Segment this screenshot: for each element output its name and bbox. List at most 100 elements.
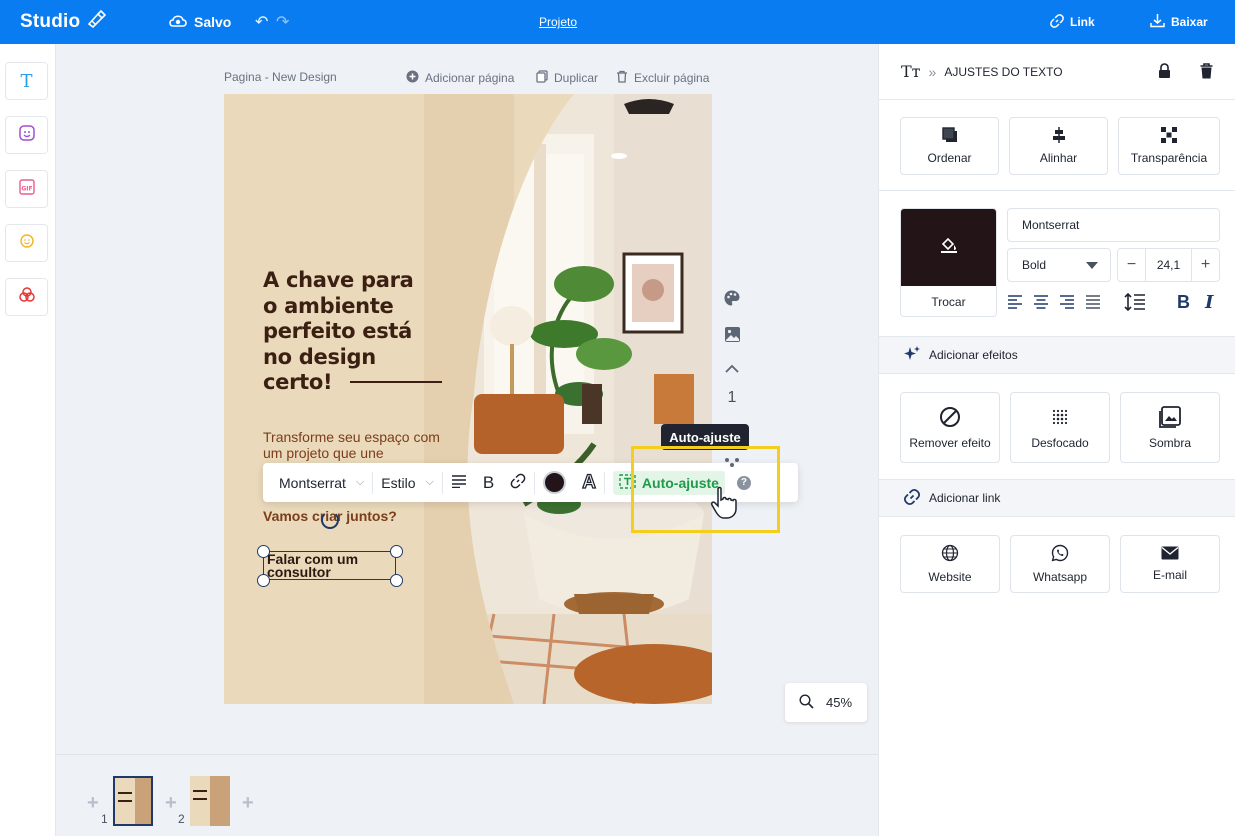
page-title: Pagina - New Design bbox=[224, 70, 337, 84]
add-page-button[interactable]: Adicionar página bbox=[406, 70, 514, 86]
resize-handle[interactable] bbox=[257, 574, 270, 587]
remove-effect-button[interactable]: Remover efeito bbox=[900, 392, 1000, 463]
redo-button[interactable]: ↷ bbox=[276, 0, 289, 44]
delete-page-label: Excluir página bbox=[634, 71, 710, 85]
transparency-button[interactable]: Transparência bbox=[1118, 117, 1220, 175]
studio-logo[interactable]: Studio bbox=[20, 0, 107, 44]
align-left-button[interactable] bbox=[443, 474, 475, 491]
font-size-value[interactable]: 24,1 bbox=[1157, 258, 1180, 272]
add-page-after-button[interactable]: + bbox=[242, 792, 254, 815]
design-headline[interactable]: A chave para o ambiente perfeito está no… bbox=[263, 268, 463, 396]
link-tool-button[interactable] bbox=[502, 473, 534, 492]
font-size-stepper[interactable]: − 24,1 + bbox=[1117, 248, 1220, 282]
zoom-control[interactable]: 45% bbox=[785, 683, 867, 722]
image-icon bbox=[724, 326, 741, 348]
shadow-button[interactable]: Sombra bbox=[1120, 392, 1220, 463]
zoom-value: 45% bbox=[826, 695, 853, 710]
mail-icon bbox=[1161, 546, 1179, 563]
color-picker[interactable]: Trocar bbox=[900, 208, 997, 317]
headline-line: no design bbox=[263, 344, 376, 369]
rotate-handle-icon[interactable] bbox=[321, 511, 339, 529]
project-link-label: Projeto bbox=[539, 15, 578, 29]
headline-line: o ambiente bbox=[263, 293, 394, 318]
line-height-icon bbox=[1124, 292, 1146, 315]
caret-down-icon bbox=[1086, 258, 1098, 272]
save-status[interactable]: Salvo bbox=[168, 0, 231, 44]
website-link-button[interactable]: Website bbox=[900, 535, 1000, 593]
align-icon bbox=[1051, 127, 1067, 146]
divider bbox=[879, 190, 1235, 191]
page-thumbnail[interactable] bbox=[190, 776, 230, 826]
order-button[interactable]: Ordenar bbox=[900, 117, 999, 175]
align-center-icon[interactable] bbox=[1033, 295, 1049, 314]
decrease-size-button[interactable]: − bbox=[1118, 249, 1146, 281]
lock-icon bbox=[1158, 63, 1171, 83]
whatsapp-link-button[interactable]: Whatsapp bbox=[1010, 535, 1110, 593]
shadow-icon bbox=[1159, 405, 1181, 431]
redo-icon: ↷ bbox=[276, 14, 290, 31]
lock-button[interactable] bbox=[1158, 63, 1171, 84]
selected-text-box[interactable]: Falar com um consultor bbox=[263, 551, 396, 580]
plus-circle-icon bbox=[406, 70, 419, 86]
page-up-button[interactable] bbox=[722, 362, 742, 377]
download-button[interactable]: Baixar bbox=[1150, 0, 1208, 44]
link-button-label: Link bbox=[1070, 15, 1095, 29]
add-effects-label: Adicionar efeitos bbox=[929, 348, 1018, 362]
bold-icon: B bbox=[482, 472, 495, 492]
add-page-between-button[interactable]: + bbox=[165, 792, 177, 815]
rail-text-button[interactable]: T bbox=[5, 62, 48, 100]
project-link[interactable]: Projeto bbox=[539, 0, 577, 44]
design-subtext[interactable]: Transforme seu espaço com um projeto que… bbox=[263, 429, 453, 461]
thumbnail-text bbox=[118, 792, 132, 802]
svg-text:GIF: GIF bbox=[21, 185, 32, 192]
text-highlight-button[interactable]: A bbox=[574, 471, 604, 494]
align-justify-icon[interactable] bbox=[1085, 295, 1101, 314]
font-select[interactable]: Montserrat ⌵ bbox=[263, 475, 372, 491]
bold-button[interactable]: B bbox=[475, 473, 502, 493]
swap-color-button[interactable]: Trocar bbox=[901, 286, 996, 316]
cloud-icon bbox=[168, 13, 188, 32]
palette-button[interactable] bbox=[722, 289, 742, 312]
align-right-icon[interactable] bbox=[1059, 295, 1075, 314]
font-weight-select[interactable]: Bold bbox=[1007, 248, 1111, 282]
page-grid-button[interactable] bbox=[722, 454, 742, 472]
undo-button[interactable]: ↶ bbox=[255, 0, 268, 44]
add-page-before-button[interactable]: + bbox=[87, 792, 99, 815]
thumbnail-number: 1 bbox=[101, 812, 108, 826]
link-button[interactable]: Link bbox=[1050, 0, 1095, 44]
style-select[interactable]: Estilo ⌵ bbox=[373, 475, 442, 491]
line-height-button[interactable] bbox=[1124, 292, 1146, 316]
italic-toggle-icon[interactable]: I bbox=[1205, 292, 1213, 313]
blur-label: Desfocado bbox=[1031, 435, 1089, 450]
resize-handle[interactable] bbox=[390, 574, 403, 587]
chevron-up-icon bbox=[725, 362, 739, 377]
email-link-button[interactable]: E-mail bbox=[1120, 535, 1220, 593]
delete-page-button[interactable]: Excluir página bbox=[616, 70, 709, 86]
add-link-section[interactable]: Adicionar link bbox=[879, 479, 1235, 517]
align-label: Alinhar bbox=[1039, 151, 1078, 165]
font-family-field[interactable]: Montserrat bbox=[1007, 208, 1220, 242]
align-button[interactable]: Alinhar bbox=[1009, 117, 1108, 175]
duplicate-button[interactable]: Duplicar bbox=[536, 70, 598, 86]
gif-icon: GIF bbox=[18, 178, 36, 201]
add-effects-section[interactable]: Adicionar efeitos bbox=[879, 336, 1235, 374]
resize-handle[interactable] bbox=[257, 545, 270, 558]
thumbnail-number: 2 bbox=[178, 812, 185, 826]
bold-toggle-icon[interactable]: B bbox=[1177, 292, 1190, 313]
align-left-icon[interactable] bbox=[1007, 295, 1023, 314]
increase-size-button[interactable]: + bbox=[1190, 249, 1219, 281]
rail-gif-button[interactable]: GIF bbox=[5, 170, 48, 208]
blur-button[interactable]: Desfocado bbox=[1010, 392, 1110, 463]
page-thumbnail[interactable] bbox=[113, 776, 153, 826]
design-page[interactable] bbox=[224, 94, 712, 704]
rail-sticker-button[interactable] bbox=[5, 116, 48, 154]
text-color-button[interactable] bbox=[535, 471, 574, 494]
rail-shapes-button[interactable] bbox=[5, 278, 48, 316]
delete-button[interactable] bbox=[1200, 63, 1213, 84]
brush-logo-icon bbox=[86, 9, 107, 34]
logo-text: Studio bbox=[20, 11, 81, 32]
shadow-label: Sombra bbox=[1148, 435, 1192, 450]
rail-emoji-button[interactable] bbox=[5, 224, 48, 262]
resize-handle[interactable] bbox=[390, 545, 403, 558]
background-image-button[interactable] bbox=[722, 326, 742, 348]
